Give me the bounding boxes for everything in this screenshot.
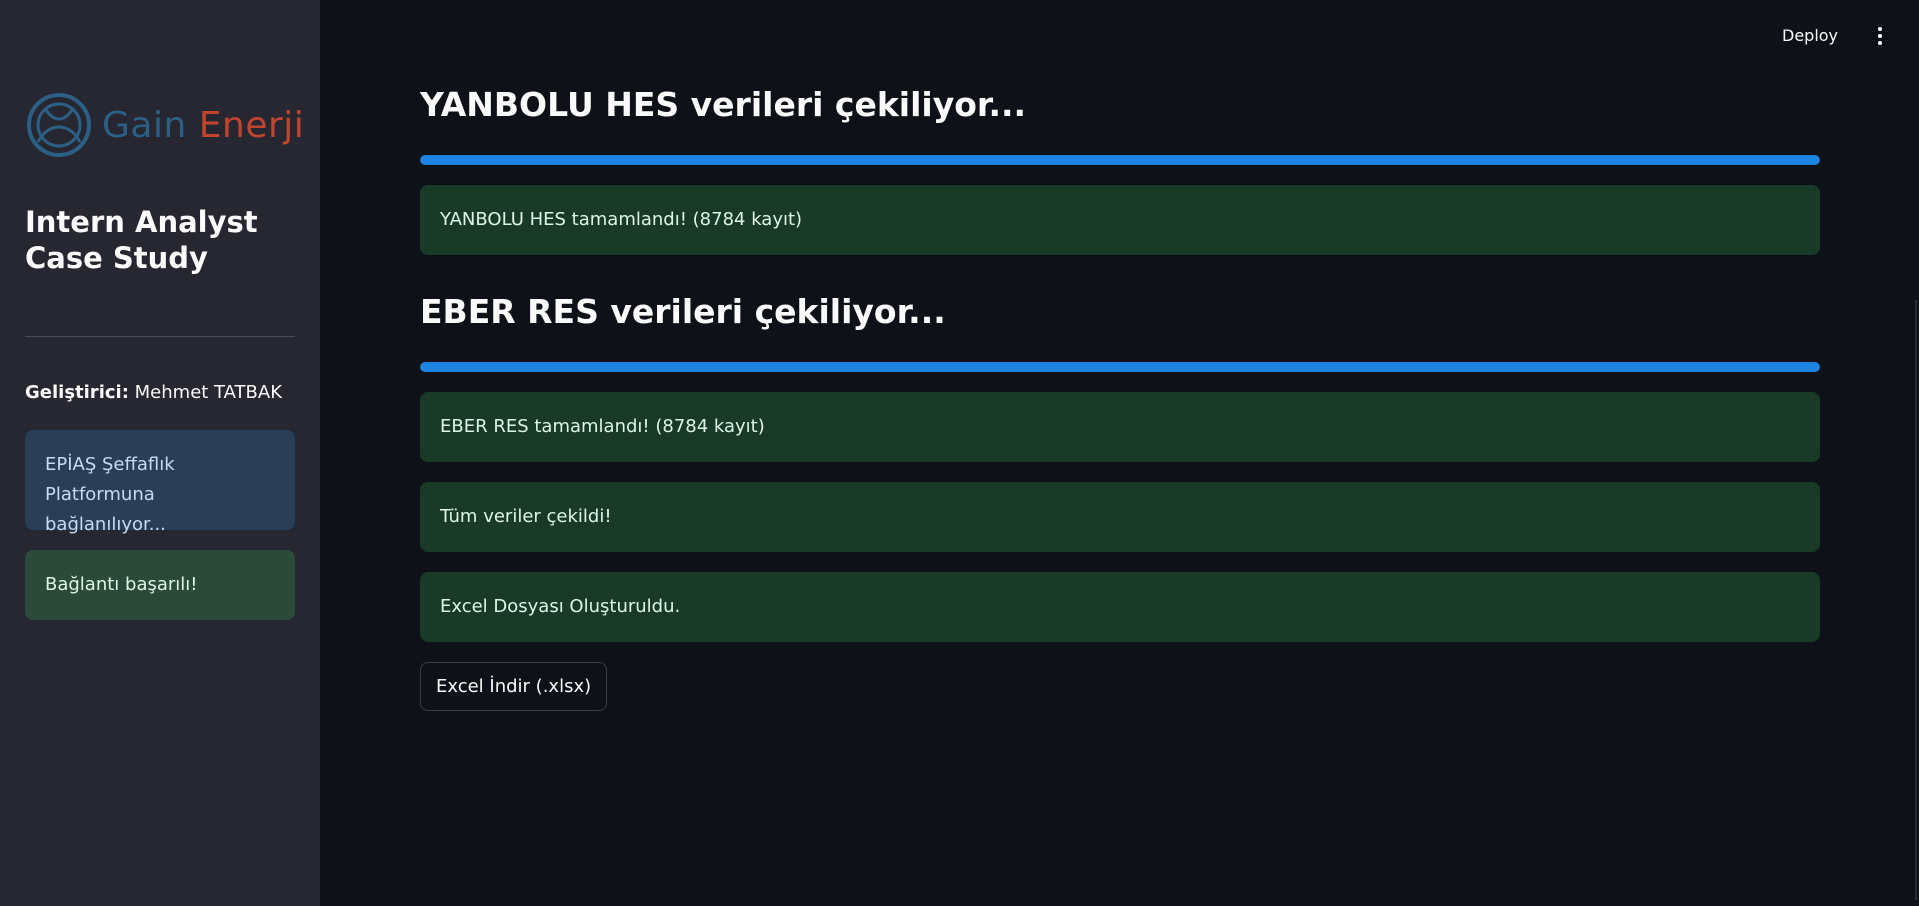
menu-dot	[1878, 34, 1882, 38]
logo-word-enerji: Enerji	[198, 104, 305, 146]
download-excel-button[interactable]: Excel İndir (.xlsx)	[420, 662, 608, 711]
developer-label: Geliştirici:	[25, 382, 129, 403]
gain-enerji-logo-icon	[27, 93, 91, 157]
success-alert-all-data: Tüm veriler çekildi!	[420, 482, 1820, 552]
logo: Gain Enerji	[26, 90, 304, 160]
section-heading-eber: EBER RES verileri çekiliyor...	[420, 292, 946, 331]
logo-wordmark: Gain Enerji	[102, 105, 304, 146]
progress-bar-eber	[420, 362, 1820, 372]
section-heading-yanbolu: YANBOLU HES verileri çekiliyor...	[420, 85, 1027, 124]
scrollbar[interactable]	[1915, 300, 1917, 900]
sidebar-title: Intern Analyst Case Study	[25, 205, 258, 275]
progress-fill	[420, 155, 1820, 165]
sidebar-info-alert: EPİAŞ Şeffaflık Platformuna bağlanılıyor…	[25, 430, 295, 535]
logo-word-gain: Gain	[102, 104, 187, 146]
progress-fill	[420, 362, 1820, 372]
app-root: Gain Enerji Intern Analyst Case Study Gel…	[0, 0, 1919, 906]
developer-name: Mehmet TATBAK	[134, 382, 283, 403]
sidebar-success-alert: Bağlantı başarılı!	[25, 550, 295, 620]
deploy-button[interactable]: Deploy	[1782, 24, 1838, 48]
success-alert-yanbolu: YANBOLU HES tamamlandı! (8784 kayıt)	[420, 185, 1820, 255]
more-vertical-icon[interactable]	[1872, 22, 1888, 50]
menu-dot	[1878, 27, 1882, 31]
sidebar: Gain Enerji Intern Analyst Case Study Gel…	[0, 0, 320, 906]
developer-line: Geliştirici: Mehmet TATBAK	[25, 382, 282, 403]
success-alert-eber: EBER RES tamamlandı! (8784 kayıt)	[420, 392, 1820, 462]
success-alert-excel-created: Excel Dosyası Oluşturuldu.	[420, 572, 1820, 642]
menu-dot	[1878, 41, 1882, 45]
sidebar-divider	[25, 336, 295, 337]
progress-bar-yanbolu	[420, 155, 1820, 165]
